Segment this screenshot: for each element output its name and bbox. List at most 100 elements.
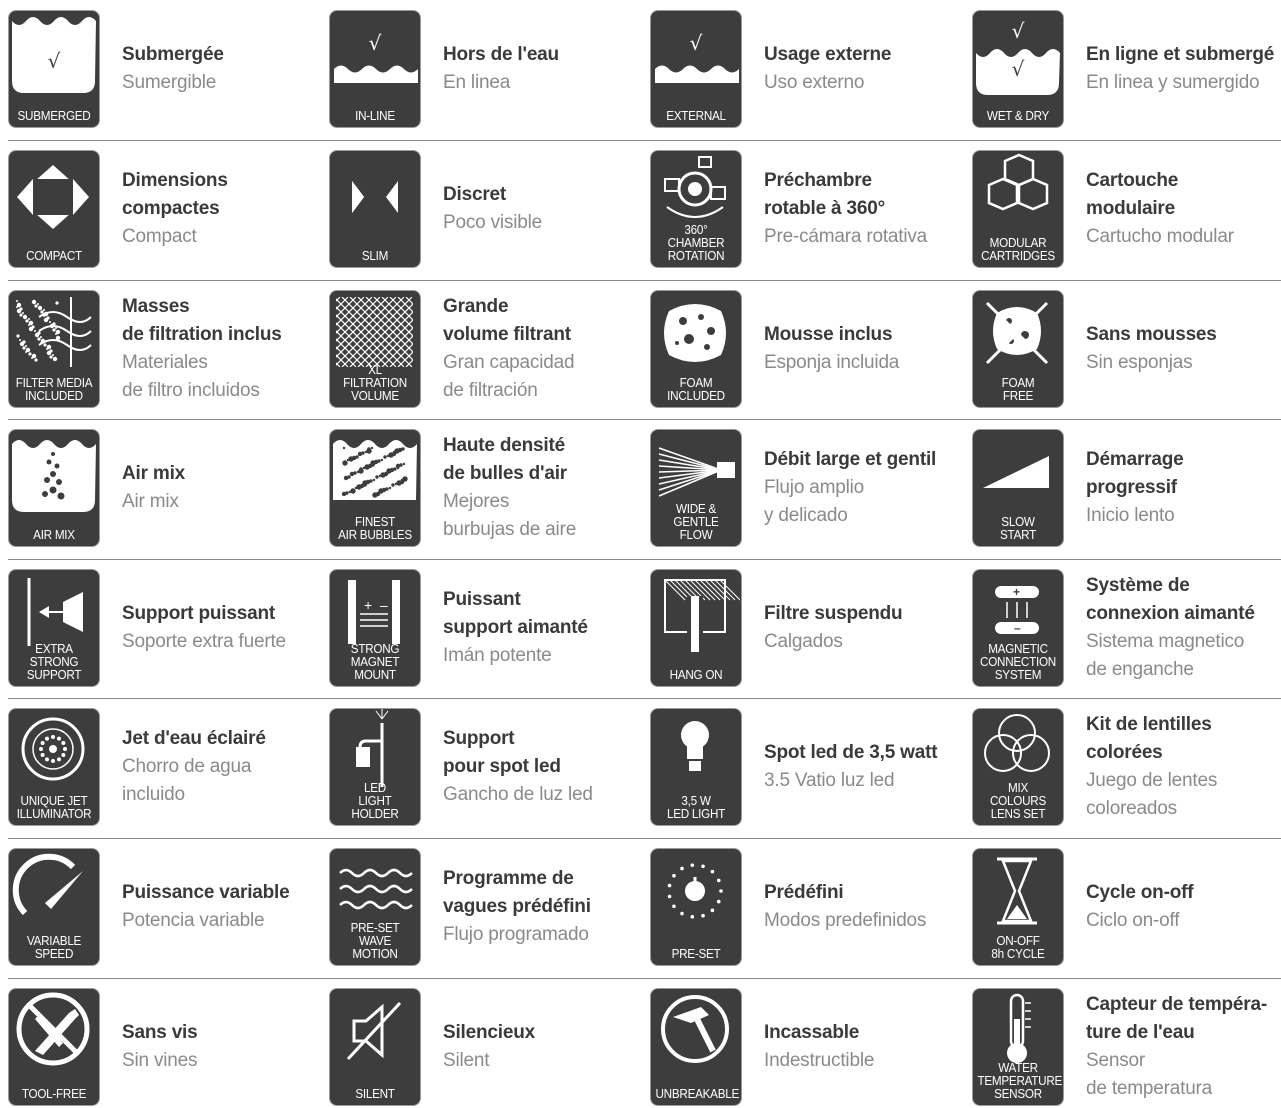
feature-item: FILTER MEDIA INCLUDED Masses de filtratio…	[8, 290, 329, 410]
checkmark-icon: √	[47, 49, 61, 73]
feature-badge: LED LIGHT HOLDER	[329, 708, 421, 826]
feature-title: Mousse inclus	[764, 324, 893, 345]
feature-subtitle: Sin vines	[122, 1050, 198, 1071]
feature-badge: √ SUBMERGED	[8, 10, 100, 128]
badge-label: UNBREAKABLE	[655, 1086, 740, 1101]
feature-title: Puissance variable	[122, 882, 290, 903]
feature-title: Prédéfini	[764, 882, 844, 903]
feature-subtitle: En linea y sumergido	[1086, 72, 1260, 93]
feature-subtitle: Gran capacidad de filtración	[443, 352, 575, 401]
feature-title: Débit large et gentil	[764, 449, 937, 470]
feature-item: + – MAGNETIC CONNECTION SYSTEM Système de c…	[972, 569, 1281, 689]
feature-item: SILENT Silencieux Silent	[329, 988, 650, 1108]
badge-label: FOAM INCLUDED	[667, 375, 725, 403]
feature-text: Submergée Sumergible	[122, 10, 332, 128]
feature-text: Mousse inclus Esponja incluida	[764, 290, 974, 408]
feature-text: Filtre suspendu Calgados	[764, 569, 974, 687]
feature-title: Grande volume filtrant	[443, 296, 571, 345]
feature-item: FINEST AIR BUBBLES Haute densité de bulle…	[329, 429, 650, 549]
feature-badge: √ EXTERNAL	[650, 10, 742, 128]
feature-badge: HANG ON	[650, 569, 742, 687]
feature-text: Hors de l'eau En linea	[443, 10, 653, 128]
feature-subtitle: Inicio lento	[1086, 505, 1175, 526]
feature-item: √ SUBMERGED Submergée Sumergible	[8, 10, 329, 130]
feature-text: Système de connexion aimanté Sistema magn…	[1086, 569, 1281, 687]
feature-subtitle: Ciclo on-off	[1086, 910, 1180, 931]
feature-text: Support pour spot led Gancho de luz led	[443, 708, 653, 826]
feature-title: Support puissant	[122, 603, 276, 624]
feature-text: Sans vis Sin vines	[122, 988, 332, 1106]
feature-text: Préchambre rotable à 360° Pre-cámara rota…	[764, 150, 974, 268]
feature-item: 360° CHAMBER ROTATION Préchambre rotable …	[650, 150, 971, 270]
feature-title: Cartouche modulaire	[1086, 170, 1179, 219]
badge-label: HANG ON	[669, 667, 723, 682]
badge-label: COMPACT	[26, 248, 82, 263]
feature-subtitle: Indestructible	[764, 1050, 875, 1071]
feature-badge: AIR MIX	[8, 429, 100, 547]
badge-label: MAGNETIC CONNECTION SYSTEM	[980, 641, 1056, 682]
feature-item: √ IN-LINE Hors de l'eau En linea	[329, 10, 650, 130]
badge-label: ON-OFF 8h CYCLE	[991, 933, 1045, 961]
svg-text:+: +	[1013, 585, 1020, 599]
feature-title: Cycle on-off	[1086, 882, 1194, 903]
badge-label: STRONG MAGNET MOUNT	[350, 641, 400, 682]
feature-badge: TOOL-FREE	[8, 988, 100, 1106]
feature-text: Cycle on-off Ciclo on-off	[1086, 848, 1281, 966]
feature-title: Submergée	[122, 44, 224, 65]
feature-subtitle: Mejores burbujas de aire	[443, 491, 577, 540]
badge-label: PRE-SET WAVE MOTION	[350, 920, 400, 961]
feature-grid: √ SUBMERGED Submergée Sumergible √ IN-LINE Hor…	[0, 0, 1281, 1108]
checkmark-icon: √	[368, 31, 382, 55]
badge-label: FILTER MEDIA INCLUDED	[15, 375, 93, 403]
feature-text: Masses de filtration inclus Materiales de…	[122, 290, 332, 408]
feature-item: SLIM Discret Poco visible	[329, 150, 650, 270]
feature-badge: PRE-SET WAVE MOTION	[329, 848, 421, 966]
feature-text: Puissant support aimanté Imán potente	[443, 569, 653, 687]
feature-text: Incassable Indestructible	[764, 988, 974, 1106]
feature-title: Démarrage progressif	[1086, 449, 1184, 498]
feature-subtitle: Compact	[122, 226, 197, 247]
feature-subtitle: Modos predefinidos	[764, 910, 927, 931]
feature-badge: FINEST AIR BUBBLES	[329, 429, 421, 547]
feature-text: Capteur de tempéra- ture de l'eau Sensor …	[1086, 988, 1281, 1106]
feature-badge: UNBREAKABLE	[650, 988, 742, 1106]
feature-badge: SLIM	[329, 150, 421, 268]
feature-text: Usage externe Uso externo	[764, 10, 974, 128]
feature-item: EXTRA STRONG SUPPORT Support puissant Sopo…	[8, 569, 329, 689]
feature-text: Dimensions compactes Compact	[122, 150, 332, 268]
feature-badge: ON-OFF 8h CYCLE	[972, 848, 1064, 966]
feature-title: Incassable	[764, 1022, 860, 1043]
feature-title: Puissant support aimanté	[443, 589, 588, 638]
feature-subtitle: Imán potente	[443, 645, 552, 666]
feature-item: LED LIGHT HOLDER Support pour spot led Gan…	[329, 708, 650, 828]
badge-label: VARIABLE SPEED	[26, 933, 82, 961]
feature-badge: SLOW START	[972, 429, 1064, 547]
feature-subtitle: Poco visible	[443, 212, 542, 233]
badge-label: EXTRA STRONG SUPPORT	[26, 641, 82, 682]
badge-label: XL FILTRATION VOLUME	[343, 362, 407, 403]
feature-subtitle: Sin esponjas	[1086, 352, 1193, 373]
feature-subtitle: Sistema magnetico de enganche	[1086, 631, 1245, 680]
feature-badge: XL FILTRATION VOLUME	[329, 290, 421, 408]
feature-badge: MODULAR CARTRIDGES	[972, 150, 1064, 268]
row-divider	[8, 140, 1281, 141]
feature-subtitle: Chorro de agua incluido	[122, 756, 252, 805]
feature-item: PRE-SET WAVE MOTION Programme de vagues p…	[329, 848, 650, 968]
badge-label: TOOL-FREE	[21, 1086, 87, 1101]
badge-label: FOAM FREE	[1001, 375, 1035, 403]
feature-title: Filtre suspendu	[764, 603, 903, 624]
feature-title: Silencieux	[443, 1022, 535, 1043]
badge-label: SILENT	[355, 1086, 395, 1101]
feature-title: Spot led de 3,5 watt	[764, 742, 938, 763]
feature-badge: √ IN-LINE	[329, 10, 421, 128]
feature-title: Kit de lentilles colorées	[1086, 714, 1212, 763]
feature-title: En ligne et submergé	[1086, 44, 1275, 65]
feature-title: Usage externe	[764, 44, 892, 65]
badge-label: WATER TEMPERATURE SENSOR	[977, 1060, 1063, 1101]
badge-label: WIDE & GENTLE FLOW	[673, 501, 719, 542]
feature-text: Cartouche modulaire Cartucho modular	[1086, 150, 1281, 268]
feature-item: FOAM INCLUDED Mousse inclus Esponja inclui…	[650, 290, 971, 410]
feature-text: Spot led de 3,5 watt 3.5 Vatio luz led	[764, 708, 974, 826]
feature-item: AIR MIX Air mix Air mix	[8, 429, 329, 549]
feature-subtitle: Esponja incluida	[764, 352, 900, 373]
